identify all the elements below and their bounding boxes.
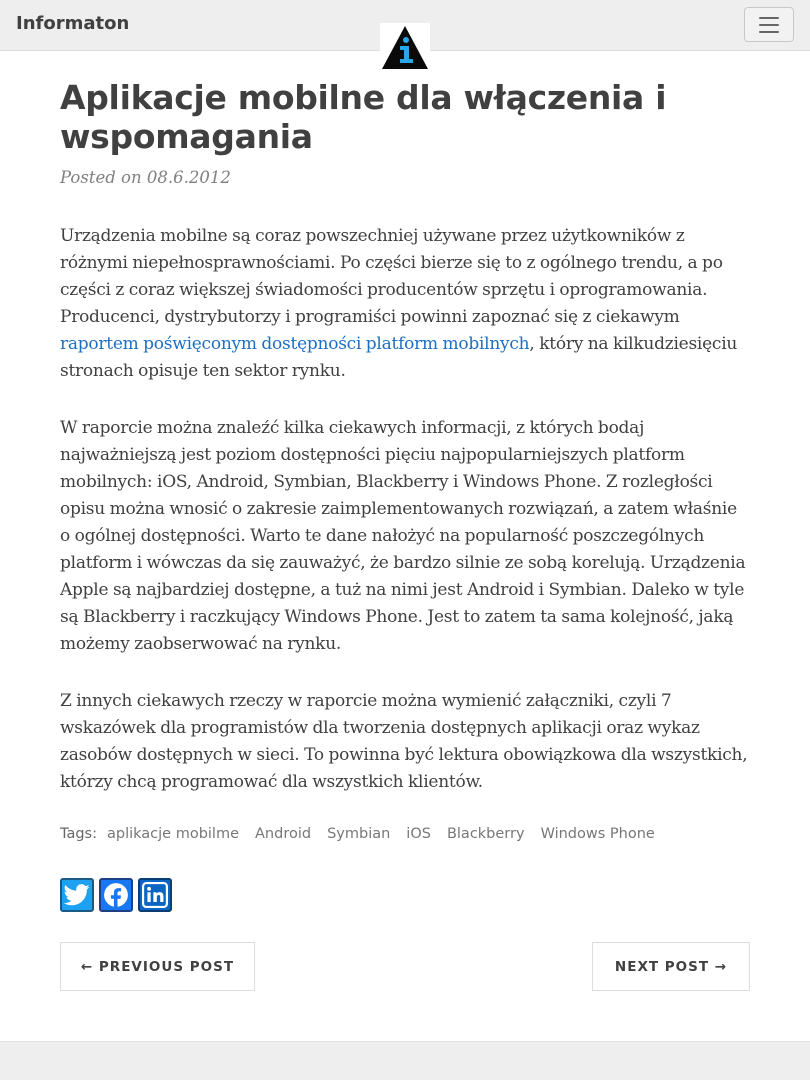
top-navbar: Informaton (0, 0, 810, 71)
hamburger-bar (759, 16, 779, 19)
paragraph: W raporcie można znaleźć kilka ciekawych… (60, 418, 746, 654)
hamburger-bar (759, 23, 779, 26)
post-body: Urządzenia mobilne są coraz powszechniej… (60, 223, 750, 826)
share-buttons (60, 878, 172, 912)
previous-post-button[interactable]: ← PREVIOUS POST (60, 942, 255, 991)
brand-link[interactable]: Informaton (16, 13, 129, 34)
tag-link[interactable]: Android (255, 826, 311, 842)
tag-link[interactable]: iOS (406, 826, 431, 842)
post-meta: Posted on 08.6.2012 (60, 168, 231, 187)
next-post-button[interactable]: NEXT POST → (592, 942, 750, 991)
tag-link[interactable]: Symbian (327, 826, 390, 842)
page-footer (0, 1041, 810, 1080)
share-linkedin-button[interactable] (138, 878, 172, 912)
post-date: 08.6.2012 (146, 168, 231, 187)
post-content: Aplikacje mobilne dla włączenia i wspoma… (60, 78, 750, 792)
paragraph-text: Urządzenia mobilne są coraz powszechniej… (60, 226, 723, 327)
hamburger-bar (759, 30, 779, 33)
paragraph: Z innych ciekawych rzeczy w raporcie moż… (60, 691, 748, 792)
tag-link[interactable]: aplikacje mobilme (107, 826, 239, 842)
report-link[interactable]: raportem poświęconym dostępności platfor… (60, 334, 530, 354)
facebook-icon (104, 883, 128, 908)
posted-on-label: Posted on (60, 168, 142, 187)
tag-link[interactable]: Blackberry (447, 826, 525, 842)
tag-list: Tags: aplikacje mobilme Android Symbian … (60, 826, 655, 842)
post-title: Aplikacje mobilne dla włączenia i wspoma… (60, 78, 667, 156)
site-logo[interactable] (380, 23, 430, 71)
twitter-icon (64, 884, 90, 906)
tags-label: Tags: (60, 826, 97, 842)
paragraph: Urządzenia mobilne są coraz powszechniej… (60, 223, 750, 385)
tag-link[interactable]: Windows Phone (541, 826, 655, 842)
linkedin-icon (142, 882, 168, 908)
info-logo-icon (382, 26, 428, 69)
menu-toggle-button[interactable] (744, 7, 794, 42)
share-facebook-button[interactable] (99, 878, 133, 912)
share-twitter-button[interactable] (60, 878, 94, 912)
